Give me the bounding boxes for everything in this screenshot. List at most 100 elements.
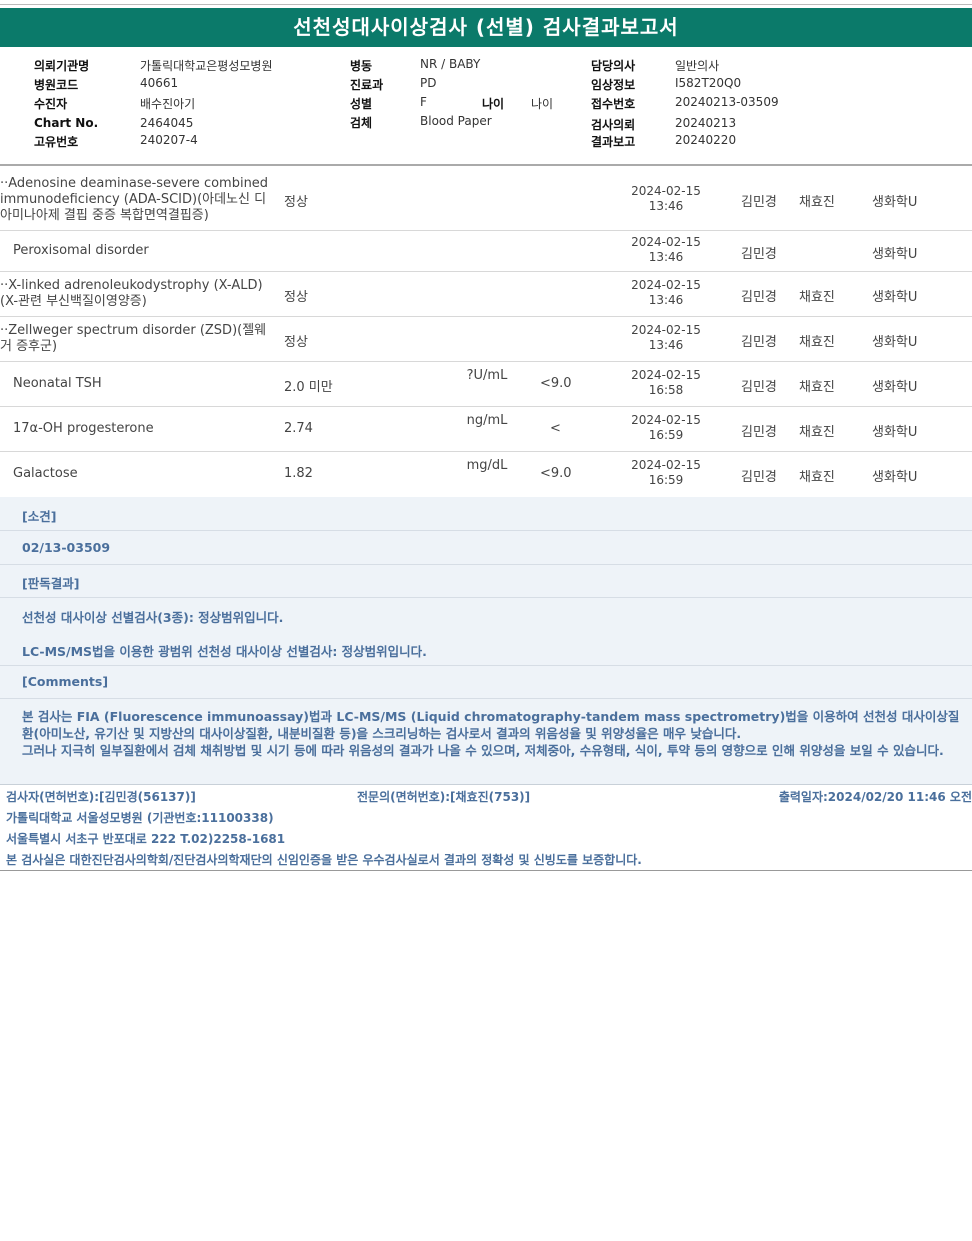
finding-header: [소견] [22,509,57,524]
specialist-name: 채효진 [799,470,835,485]
comment-line-1: 본 검사는 FIA (Fluorescence immunoassay)법과 L… [22,709,960,741]
specimen-label: 검체 [350,116,373,130]
test-dept: 생화학U [872,290,918,305]
interpretation-line-2: LC-MS/MS법을 이용한 광범위 선천성 대사이상 선별검사: 정상범위입니… [22,644,427,659]
ward-label: 병동 [350,59,373,73]
dept-label: 진료과 [350,78,384,92]
test-unit: mg/dL [466,458,508,473]
test-dept: 생화학U [872,425,918,440]
table-row: ··X-linked adrenoleukodystrophy (X-ALD)(… [0,272,972,317]
test-date: 2024-02-15 16:58 [631,368,701,397]
test-result: 정상 [284,195,308,210]
test-dept: 생화학U [872,470,918,485]
patient-info-panel: 의뢰기관명 가톨릭대학교은평성모병원 병원코드 40661 수진자 배수진아기 … [0,52,972,164]
test-name: Neonatal TSH [13,376,102,391]
patient-value: 배수진아기 [140,97,196,111]
specialist-name: 채효진 [799,380,835,395]
institution-value: 가톨릭대학교은평성모병원 [140,59,273,73]
tester-name: 김민경 [741,380,777,395]
test-date: 2024-02-15 16:59 [631,458,701,487]
interpretation-line-1: 선천성 대사이상 선별검사(3종): 정상범위입니다. [22,610,284,625]
doctor-value: 일반의사 [675,59,720,73]
hospital-address: 서울특별시 서초구 반포대로 222 T.02)2258-1681 [6,832,286,846]
tester-info: 검사자(면허번호):[김민경(56137)] [6,790,196,804]
tester-name: 김민경 [741,425,777,440]
report-date-label: 결과보고 [591,135,636,149]
comments-body-row: 본 검사는 FIA (Fluorescence immunoassay)법과 L… [0,699,972,785]
test-result: 2.0 미만 [284,380,333,395]
tester-name: 김민경 [741,470,777,485]
test-reference: <9.0 [540,466,572,481]
comments-header: [Comments] [22,674,109,689]
test-result: 2.74 [284,421,313,436]
age-label: 나이 [482,97,505,111]
test-unit: ?U/mL [466,368,508,383]
test-date: 2024-02-15 13:46 [631,323,701,352]
test-result: 1.82 [284,466,313,481]
test-name: Galactose [13,466,78,481]
interpretation-header-row: [판독결과] [0,565,972,598]
finding-header-row: [소견] [0,497,972,531]
table-row: Peroxisomal disorder 2024-02-15 13:46 김민경… [0,231,972,272]
chart-value: 2464045 [140,116,194,130]
tester-name: 김민경 [741,290,777,305]
doctor-label: 담당의사 [591,59,636,73]
specimen-value: Blood Paper [420,114,492,128]
ward-value: NR / BABY [420,57,481,71]
test-unit: ng/mL [466,413,508,428]
test-name: ··Zellweger spectrum disorder (ZSD)(젤웨거 … [0,323,267,354]
age-value: 나이 [531,97,554,111]
test-result: 정상 [284,290,308,305]
unique-value: 240207-4 [140,133,198,147]
test-dept: 생화학U [872,335,918,350]
unique-label: 고유번호 [34,135,79,149]
table-row: ··Adenosine deaminase-severe combined im… [0,170,972,231]
test-date: 2024-02-15 13:46 [631,184,701,213]
specialist-name: 채효진 [799,425,835,440]
test-name: ··X-linked adrenoleukodystrophy (X-ALD)(… [0,278,263,309]
test-name: Peroxisomal disorder [13,243,149,258]
interpretation-row: 선천성 대사이상 선별검사(3종): 정상범위입니다. LC-MS/MS법을 이… [0,598,972,666]
comment-line-2: 그러나 지극히 일부질환에서 검체 채취방법 및 시기 등에 따라 위음성의 결… [22,743,944,758]
hospital-name: 가톨릭대학교 서울성모병원 (기관번호:11100338) [6,811,274,825]
finding-receipt: 02/13-03509 [22,540,111,555]
hospital-code-label: 병원코드 [34,78,79,92]
specialist-info: 전문의(면허번호):[채효진(753)] [357,790,531,804]
table-row: Galactose 1.82 mg/dL <9.0 2024-02-15 16:5… [0,452,972,496]
specialist-name: 채효진 [799,335,835,350]
dept-value: PD [420,76,437,90]
tester-name: 김민경 [741,195,777,210]
clinical-label: 임상정보 [591,78,636,92]
table-row: 17α-OH progesterone 2.74 ng/mL < 2024-02… [0,407,972,452]
chart-label: Chart No. [34,116,99,130]
print-date: 출력일자:2024/02/20 11:46 오전 [778,790,972,804]
report-date-value: 20240220 [675,133,737,147]
table-row: ··Zellweger spectrum disorder (ZSD)(젤웨거 … [0,317,972,362]
test-reference: < [550,421,561,436]
test-name: 17α-OH progesterone [13,421,154,436]
test-reference: <9.0 [540,376,572,391]
test-dept: 생화학U [872,247,918,262]
receipt-value: 20240213-03509 [675,95,779,109]
sex-value: F [420,95,427,109]
specialist-name: 채효진 [799,290,835,305]
test-date: 2024-02-15 13:46 [631,235,701,264]
footer-divider [0,870,972,871]
tester-name: 김민경 [741,247,777,262]
test-result: 정상 [284,335,308,350]
certification-note: 본 검사실은 대한진단검사의학회/진단검사의학재단의 신임인증을 받은 우수검사… [6,853,642,867]
interpretation-header: [판독결과] [22,576,80,591]
institution-label: 의뢰기관명 [34,59,90,73]
request-value: 20240213 [675,116,737,130]
receipt-label: 접수번호 [591,97,636,111]
test-dept: 생화학U [872,195,918,210]
table-row: Neonatal TSH 2.0 미만 ?U/mL <9.0 2024-02-1… [0,362,972,407]
test-name: ··Adenosine deaminase-severe combined im… [0,176,269,223]
test-date: 2024-02-15 13:46 [631,278,701,307]
comments-section: [소견] 02/13-03509 [판독결과] 선천성 대사이상 선별검사(3종… [0,497,972,785]
specialist-name: 채효진 [799,195,835,210]
comments-body: 본 검사는 FIA (Fluorescence immunoassay)법과 L… [22,708,970,759]
sex-label: 성별 [350,97,373,111]
test-date: 2024-02-15 16:59 [631,413,701,442]
report-title: 선천성대사이상검사 (선별) 검사결과보고서 [0,8,972,47]
